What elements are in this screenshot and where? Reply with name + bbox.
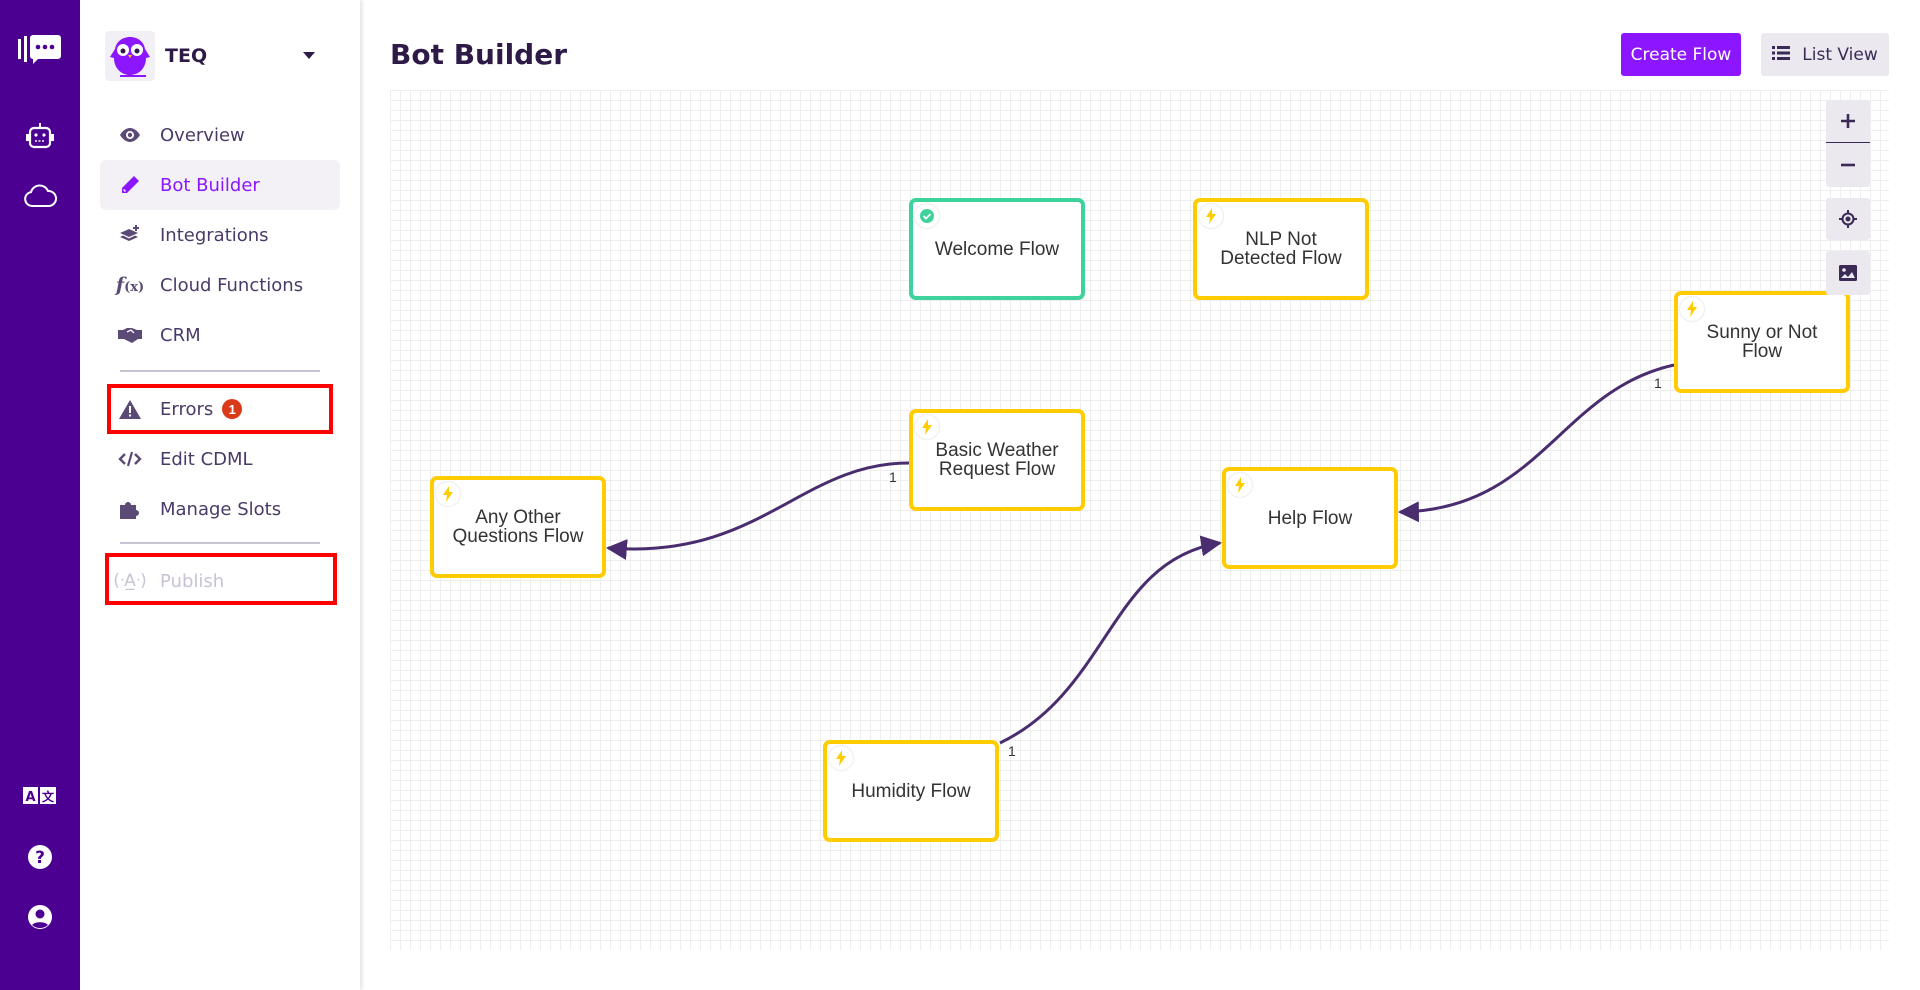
nav-label: Edit CDML xyxy=(160,448,253,470)
flow-node-label: Humidity Flow xyxy=(851,780,971,802)
translate-icon[interactable]: A文 xyxy=(0,786,80,806)
code-icon xyxy=(100,451,160,467)
nav-item-publish[interactable]: (ᐧA̲ᐧ) Publish xyxy=(100,556,340,606)
recenter-button[interactable] xyxy=(1826,198,1870,240)
flow-node-label: Welcome Flow xyxy=(934,238,1060,260)
puzzle-icon xyxy=(100,499,160,519)
image-icon xyxy=(1839,265,1857,281)
nav-item-manage-slots[interactable]: Manage Slots xyxy=(100,484,340,534)
lightning-icon xyxy=(436,482,460,506)
lightning-icon xyxy=(1680,297,1704,321)
nav-label: Overview xyxy=(160,124,245,146)
flow-node-label: Help Flow xyxy=(1267,507,1353,529)
error-count-badge: 1 xyxy=(222,399,243,419)
flow-node-label: Basic Weather Request Flow xyxy=(935,440,1059,480)
nav-label: Bot Builder xyxy=(160,174,260,196)
nav-label: Manage Slots xyxy=(160,498,282,520)
create-flow-button[interactable]: Create Flow xyxy=(1621,33,1741,76)
svg-text:文: 文 xyxy=(42,789,55,804)
workspace-selector[interactable]: TEQ xyxy=(105,30,345,82)
broadcast-icon: (ᐧA̲ᐧ) xyxy=(113,571,147,591)
handshake-icon xyxy=(100,327,160,343)
function-icon: f(x) xyxy=(115,274,145,296)
list-view-label: List View xyxy=(1802,44,1878,65)
user-account-icon[interactable] xyxy=(0,903,80,931)
lightning-icon xyxy=(1228,473,1252,497)
zoom-in-button[interactable] xyxy=(1826,100,1870,143)
logo-chat-icon[interactable] xyxy=(0,30,80,70)
bot-icon[interactable] xyxy=(0,120,80,152)
lightning-icon xyxy=(829,746,853,770)
list-icon xyxy=(1772,45,1791,65)
nav-label: CRM xyxy=(160,324,201,346)
flow-node-label: Any Other Questions Flow xyxy=(452,507,584,547)
nav-item-edit-cdml[interactable]: Edit CDML xyxy=(100,434,340,484)
nav-item-errors[interactable]: Errors 1 xyxy=(100,384,340,434)
check-circle-icon xyxy=(915,204,939,228)
lightning-icon xyxy=(915,415,939,439)
layers-plus-icon xyxy=(100,225,160,245)
nav-divider xyxy=(120,370,320,372)
warning-icon xyxy=(100,399,160,419)
flow-node-humidity[interactable]: Humidity Flow xyxy=(823,740,999,842)
minus-icon xyxy=(1841,163,1855,167)
pencil-icon xyxy=(100,175,160,195)
svg-text:?: ? xyxy=(35,848,45,868)
lightning-icon xyxy=(1199,204,1223,228)
flow-node-sunny-or-not[interactable]: Sunny or Not Flow xyxy=(1674,291,1850,393)
flow-node-label: Sunny or Not Flow xyxy=(1706,322,1818,362)
eye-icon xyxy=(100,128,160,142)
list-view-button[interactable]: List View xyxy=(1761,33,1889,76)
flow-node-welcome[interactable]: Welcome Flow xyxy=(909,198,1085,300)
nav-label: Cloud Functions xyxy=(160,274,304,296)
nav-label: Publish xyxy=(160,570,225,592)
nav-item-cloud-functions[interactable]: f(x) Cloud Functions xyxy=(100,260,340,310)
nav-label: Integrations xyxy=(160,224,269,246)
nav-divider xyxy=(120,542,320,544)
flow-node-nlp-not-detected[interactable]: NLP Not Detected Flow xyxy=(1193,198,1369,300)
flow-canvas[interactable] xyxy=(390,90,1889,950)
nav-item-bot-builder[interactable]: Bot Builder xyxy=(100,160,340,210)
flow-node-help[interactable]: Help Flow xyxy=(1222,467,1398,569)
plus-icon xyxy=(1841,114,1855,128)
nav-item-crm[interactable]: CRM xyxy=(100,310,340,360)
nav-item-overview[interactable]: Overview xyxy=(100,110,340,160)
nav-label: Errors xyxy=(160,398,214,420)
flow-node-label: NLP Not Detected Flow xyxy=(1220,229,1342,269)
flow-node-any-other-questions[interactable]: Any Other Questions Flow xyxy=(430,476,606,578)
app-rail: A文 ? xyxy=(0,0,80,990)
crosshair-icon xyxy=(1839,210,1857,228)
nav-item-integrations[interactable]: Integrations xyxy=(100,210,340,260)
workspace-name: TEQ xyxy=(165,45,208,67)
flow-node-basic-weather-request[interactable]: Basic Weather Request Flow xyxy=(909,409,1085,511)
export-image-button[interactable] xyxy=(1826,251,1870,295)
zoom-out-button[interactable] xyxy=(1826,143,1870,187)
page-title: Bot Builder xyxy=(390,38,568,71)
help-icon[interactable]: ? xyxy=(0,843,80,871)
cloud-icon[interactable] xyxy=(0,180,80,212)
caret-down-icon[interactable] xyxy=(303,52,315,59)
owl-avatar xyxy=(105,31,155,81)
svg-text:A: A xyxy=(25,790,35,805)
